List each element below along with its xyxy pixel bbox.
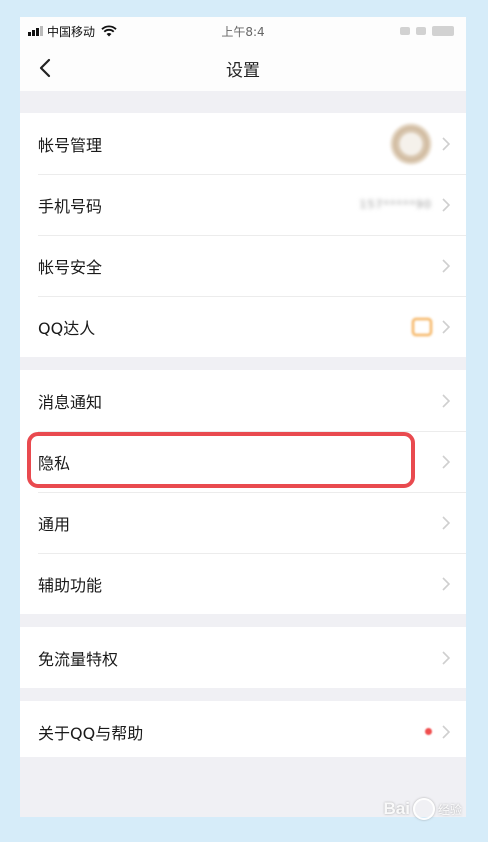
settings-item-general[interactable]: 通用 <box>20 492 466 553</box>
chevron-right-icon <box>442 576 450 591</box>
settings-item-account-security[interactable]: 帐号安全 <box>20 235 466 296</box>
settings-item-label: 手机号码 <box>38 196 103 216</box>
section-divider <box>20 688 466 701</box>
settings-item-free-data[interactable]: 免流量特权 <box>20 627 466 688</box>
settings-item-qq-expert[interactable]: QQ达人 <box>20 296 466 357</box>
paw-logo-icon <box>412 798 435 820</box>
phone-screen: 中国移动 上午8:4 设置 帐号管理 手机号码 157*****90 帐号安全 … <box>20 17 466 817</box>
settings-group-account: 帐号管理 手机号码 157*****90 帐号安全 QQ达人 <box>20 113 466 357</box>
section-divider <box>20 614 466 627</box>
chevron-right-icon <box>442 454 450 469</box>
settings-item-label: 辅助功能 <box>38 575 103 595</box>
alarm-icon <box>400 27 410 35</box>
section-divider <box>20 91 466 113</box>
settings-item-phone-number[interactable]: 手机号码 157*****90 <box>20 174 466 235</box>
settings-item-notifications[interactable]: 消息通知 <box>20 370 466 431</box>
chevron-left-icon <box>39 58 51 78</box>
settings-item-label: QQ达人 <box>38 318 96 338</box>
avatar <box>390 122 432 165</box>
chevron-right-icon <box>442 724 450 739</box>
chevron-right-icon <box>442 650 450 665</box>
settings-item-privacy[interactable]: 隐私 <box>20 431 466 492</box>
chevron-right-icon <box>442 393 450 408</box>
watermark-suffix: 经验 <box>437 802 462 817</box>
settings-group-data: 免流量特权 <box>20 627 466 688</box>
settings-item-label: 隐私 <box>38 453 71 473</box>
location-icon <box>416 27 426 35</box>
settings-item-label: 关于QQ与帮助 <box>38 723 144 743</box>
status-time: 上午8:4 <box>221 24 265 39</box>
settings-item-about-help[interactable]: 关于QQ与帮助 <box>20 701 466 762</box>
section-divider <box>20 357 466 370</box>
status-bar: 中国移动 上午8:4 <box>20 17 466 45</box>
back-button[interactable] <box>30 53 60 83</box>
qq-expert-badge-icon <box>412 317 432 336</box>
wifi-icon <box>101 25 117 37</box>
chevron-right-icon <box>442 319 450 334</box>
phone-number-value: 157*****90 <box>359 198 432 211</box>
chevron-right-icon <box>442 197 450 212</box>
status-icons <box>400 26 454 36</box>
carrier-name: 中国移动 <box>47 24 96 39</box>
settings-item-label: 消息通知 <box>38 392 103 412</box>
settings-item-account-management[interactable]: 帐号管理 <box>20 113 466 174</box>
settings-item-label: 帐号安全 <box>38 257 103 277</box>
navigation-bar: 设置 <box>20 45 466 91</box>
battery-icon <box>432 26 454 36</box>
settings-item-accessibility[interactable]: 辅助功能 <box>20 553 466 614</box>
notification-dot <box>425 728 432 735</box>
settings-item-label: 通用 <box>38 514 71 534</box>
page-title: 设置 <box>226 60 260 81</box>
qq-expert-badge <box>412 317 432 336</box>
settings-item-label: 帐号管理 <box>38 135 103 155</box>
settings-group-general: 消息通知 隐私 通用 辅助功能 <box>20 370 466 614</box>
settings-item-label: 免流量特权 <box>38 649 119 669</box>
watermark: Bai 经验 <box>384 798 462 820</box>
chevron-right-icon <box>442 136 450 151</box>
signal-icon <box>28 26 43 36</box>
chevron-right-icon <box>442 515 450 530</box>
chevron-right-icon <box>442 258 450 273</box>
watermark-brand: Bai <box>383 799 410 818</box>
settings-group-about: 关于QQ与帮助 <box>20 701 466 762</box>
